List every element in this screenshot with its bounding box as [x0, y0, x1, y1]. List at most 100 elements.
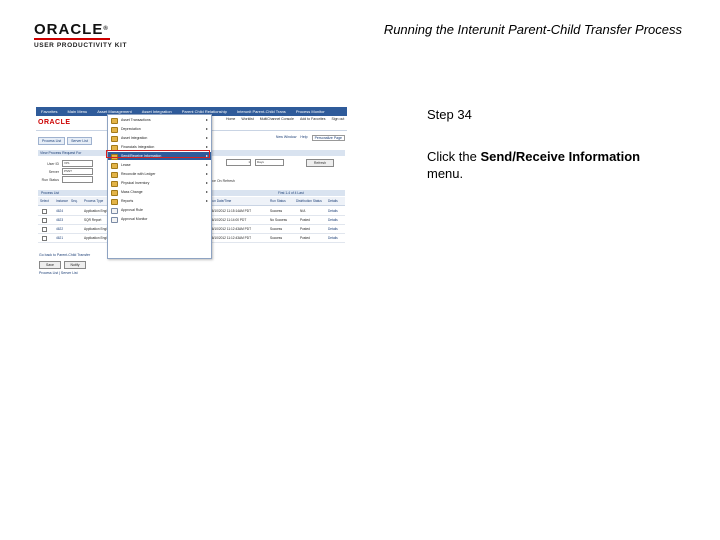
nav-item[interactable]: Favorites	[36, 109, 62, 114]
document-icon	[111, 208, 118, 214]
save-on-refresh-label: Save On Refresh	[208, 179, 235, 183]
column-header[interactable]: Distribution Status	[296, 199, 322, 203]
help-link[interactable]: Help	[300, 135, 307, 141]
row-checkbox[interactable]	[42, 236, 47, 241]
grid-title: Process List	[41, 191, 59, 195]
header-link[interactable]: MultiChannel Console	[260, 117, 294, 121]
menu-item[interactable]: Physical Inventory ▸	[108, 179, 211, 187]
menu-item-label: Depreciation	[121, 127, 141, 131]
asset-management-menu: Asset Transactions ▸ Depreciation ▸ Asse…	[107, 114, 212, 259]
row-details-link[interactable]: Details	[328, 227, 338, 231]
menu-item[interactable]: Depreciation ▸	[108, 125, 211, 133]
new-window-link[interactable]: New Window	[276, 135, 296, 141]
row-details-link[interactable]: Details	[328, 218, 338, 222]
range-number-input[interactable]: 1	[226, 159, 251, 166]
menu-item-label: Financials Integration	[121, 145, 155, 149]
menu-item[interactable]: Reconcile with Ledger ▸	[108, 170, 211, 178]
save-button[interactable]: Save	[39, 261, 61, 269]
header-link[interactable]: Add to Favorites	[300, 117, 325, 121]
row-details-link[interactable]: Details	[328, 236, 338, 240]
chevron-right-icon: ▸	[205, 135, 208, 140]
range-unit-select[interactable]: Days	[255, 159, 284, 166]
field-label: Run Status	[41, 177, 59, 182]
menu-item[interactable]: Approval Monitor	[108, 215, 211, 223]
row-instance[interactable]: 4624	[56, 209, 63, 213]
footer-links[interactable]: Process List | Server List	[39, 271, 78, 275]
column-header[interactable]: Instance	[56, 199, 68, 203]
column-header[interactable]: Run Status	[270, 199, 286, 203]
logo-subtitle: USER PRODUCTIVITY KIT	[34, 42, 128, 49]
logo-underline	[34, 38, 110, 40]
go-back-link[interactable]: Go back to Parent-Child Transfer	[39, 253, 90, 257]
field-label: Server	[48, 169, 59, 174]
grid-pager[interactable]: First 1-4 of 4 Last	[278, 190, 304, 196]
server-row: Server PSNT	[39, 168, 93, 175]
row-details-link[interactable]: Details	[328, 209, 338, 213]
menu-item[interactable]: Asset Integration ▸	[108, 134, 211, 142]
folder-icon	[111, 118, 118, 124]
row-checkbox[interactable]	[42, 218, 47, 223]
row-instance[interactable]: 4623	[56, 218, 63, 222]
folder-icon	[111, 136, 118, 142]
nav-item[interactable]: Main Menu	[62, 109, 92, 114]
logo-word: ORACLE	[34, 21, 104, 38]
menu-item[interactable]: Reports ▸	[108, 197, 211, 205]
chevron-right-icon: ▸	[205, 162, 208, 167]
refresh-button[interactable]: Refresh	[306, 159, 334, 167]
menu-item-label: Send/Receive Information	[121, 154, 162, 158]
header-link[interactable]: Worklist	[241, 117, 253, 121]
tab-bar: Process List Server List	[38, 137, 92, 145]
folder-icon	[111, 154, 118, 160]
header-link[interactable]: Sign out	[331, 117, 344, 121]
menu-item[interactable]: Lease ▸	[108, 161, 211, 169]
row-status: Success	[270, 236, 283, 240]
row-dist: Posted	[300, 218, 310, 222]
row-dist: Posted	[300, 236, 310, 240]
menu-item-label: Physical Inventory	[121, 181, 150, 185]
field-label: User ID	[47, 161, 59, 166]
menu-item[interactable]: Financials Integration ▸	[108, 143, 211, 151]
row-checkbox[interactable]	[42, 209, 47, 214]
application-screenshot: Favorites Main Menu Asset Management Ass…	[36, 107, 347, 285]
column-header[interactable]: Run Date/Time	[210, 199, 231, 203]
folder-icon	[111, 145, 118, 151]
menu-item-label: Asset Integration	[121, 136, 148, 140]
app-logo: ORACLE	[38, 119, 71, 126]
menu-item[interactable]: Asset Transactions ▸	[108, 116, 211, 124]
chevron-right-icon: ▸	[205, 144, 208, 149]
chevron-right-icon: ▸	[205, 189, 208, 194]
menu-item[interactable]: Mass Change ▸	[108, 188, 211, 196]
column-header: Details	[328, 199, 338, 203]
nav-item[interactable]: Interunit Parent-Child Trans	[232, 109, 291, 114]
row-instance[interactable]: 4621	[56, 236, 63, 240]
row-type: SQR Report	[84, 218, 102, 222]
nav-item[interactable]: Process Monitor	[291, 109, 330, 114]
column-header[interactable]: Seq.	[71, 199, 78, 203]
header-link[interactable]: Home	[226, 117, 235, 121]
oracle-upk-logo: ORACLE® USER PRODUCTIVITY KIT	[34, 22, 154, 52]
tab-process-list[interactable]: Process List	[38, 137, 66, 145]
folder-icon	[111, 190, 118, 196]
chevron-right-icon: ▸	[205, 153, 208, 158]
tab-server-list[interactable]: Server List	[67, 137, 92, 145]
folder-icon	[111, 163, 118, 169]
menu-item-send-receive-information[interactable]: Send/Receive Information ▸	[108, 152, 211, 160]
utility-links: New Window Help Personalize Page	[276, 135, 345, 141]
document-icon	[111, 217, 118, 223]
row-checkbox[interactable]	[42, 227, 47, 232]
row-time: 06/10/2012 11:14:00 PDT	[210, 218, 247, 222]
notify-button[interactable]: Notify	[64, 261, 86, 269]
menu-item[interactable]: Approval Rule	[108, 206, 211, 214]
user-id-input[interactable]: VP1	[62, 160, 93, 167]
chevron-right-icon: ▸	[205, 180, 208, 185]
menu-item-label: Approval Monitor	[121, 217, 148, 221]
column-header[interactable]: Process Type	[84, 199, 103, 203]
date-range-fields: 1 Days	[226, 159, 284, 166]
row-status: Success	[270, 227, 283, 231]
menu-item-label: Approval Rule	[121, 208, 143, 212]
personalize-page-link[interactable]: Personalize Page	[311, 135, 345, 141]
instruction-suffix: menu.	[427, 166, 464, 181]
server-select[interactable]: PSNT	[62, 168, 93, 175]
row-instance[interactable]: 4622	[56, 227, 63, 231]
run-status-select[interactable]	[62, 176, 93, 183]
